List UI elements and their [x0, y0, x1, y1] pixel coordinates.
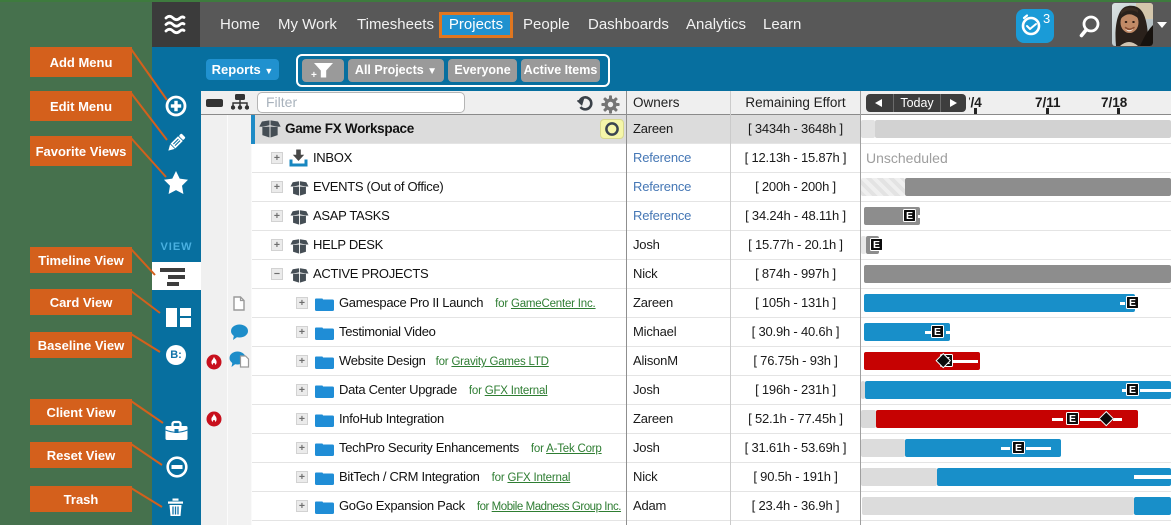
- svg-text:+: +: [311, 70, 317, 81]
- svg-text:3: 3: [1043, 11, 1050, 26]
